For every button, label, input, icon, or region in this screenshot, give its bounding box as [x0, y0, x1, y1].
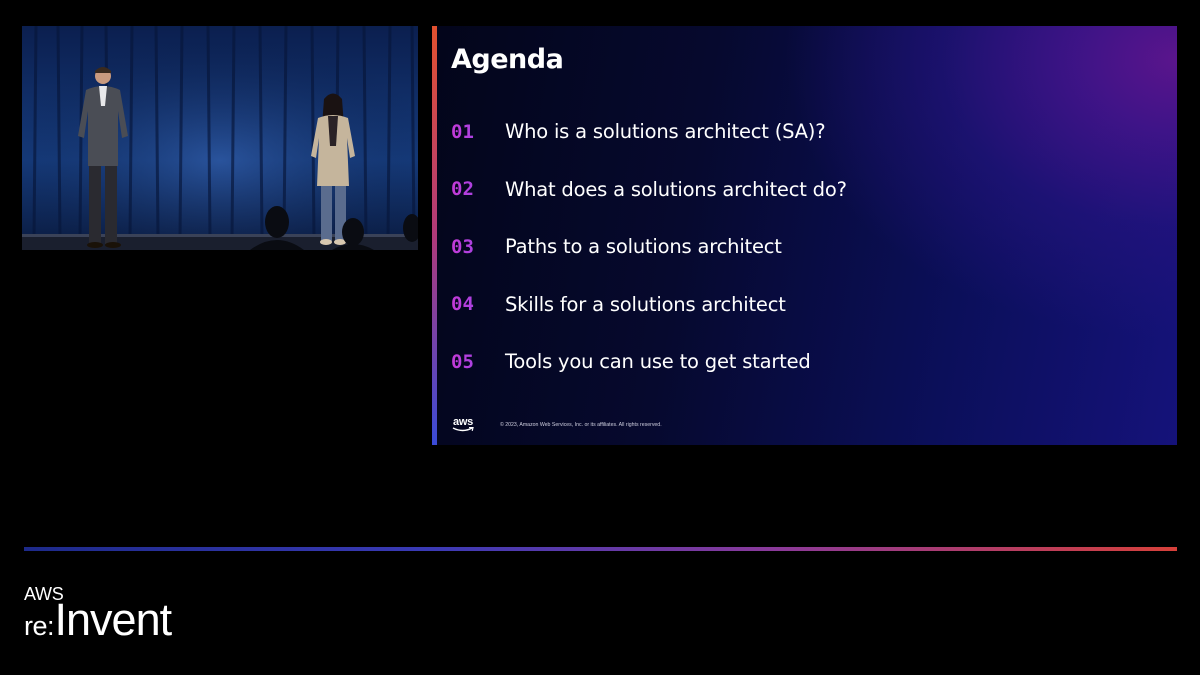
brand-reinvent-wordmark: re:Invent [24, 597, 172, 643]
agenda-item: 02 What does a solutions architect do? [451, 176, 847, 203]
stage-video-feed [22, 26, 418, 250]
brand-colon-text: : [47, 611, 54, 641]
slide-accent-bar [432, 26, 437, 445]
agenda-item: 04 Skills for a solutions architect [451, 291, 847, 318]
presentation-screen: Agenda 01 Who is a solutions architect (… [0, 0, 1200, 675]
slide-title: Agenda [451, 44, 564, 75]
aws-logo-text: aws [453, 416, 473, 428]
stage-scene [22, 26, 418, 250]
slide-footer: aws © 2023, Amazon Web Services, Inc. or… [451, 417, 662, 433]
agenda-item-text: What does a solutions architect do? [505, 177, 847, 201]
aws-smile-logo-icon: aws [451, 417, 475, 433]
agenda-item-text: Skills for a solutions architect [505, 292, 786, 316]
agenda-item-number: 02 [451, 178, 505, 200]
agenda-item-number: 03 [451, 236, 505, 258]
agenda-item-text: Paths to a solutions architect [505, 235, 782, 258]
agenda-list: 01 Who is a solutions architect (SA)? 02… [451, 118, 847, 406]
agenda-slide: Agenda 01 Who is a solutions architect (… [432, 26, 1177, 445]
agenda-item-number: 04 [451, 293, 505, 315]
agenda-item: 01 Who is a solutions architect (SA)? [451, 118, 847, 145]
agenda-item: 03 Paths to a solutions architect [451, 233, 847, 260]
brand-invent-text: Invent [54, 594, 173, 645]
reinvent-logo: AWS re:Invent [24, 585, 172, 643]
agenda-item-number: 01 [451, 121, 505, 143]
agenda-item: 05 Tools you can use to get started [451, 348, 847, 375]
brand-re-text: re [24, 611, 48, 641]
agenda-item-text: Who is a solutions architect (SA)? [505, 120, 826, 143]
agenda-item-text: Tools you can use to get started [505, 350, 811, 373]
aws-smile-arrow [452, 427, 474, 432]
copyright-notice: © 2023, Amazon Web Services, Inc. or its… [500, 422, 662, 428]
agenda-item-number: 05 [451, 351, 505, 373]
gradient-divider [24, 547, 1177, 551]
